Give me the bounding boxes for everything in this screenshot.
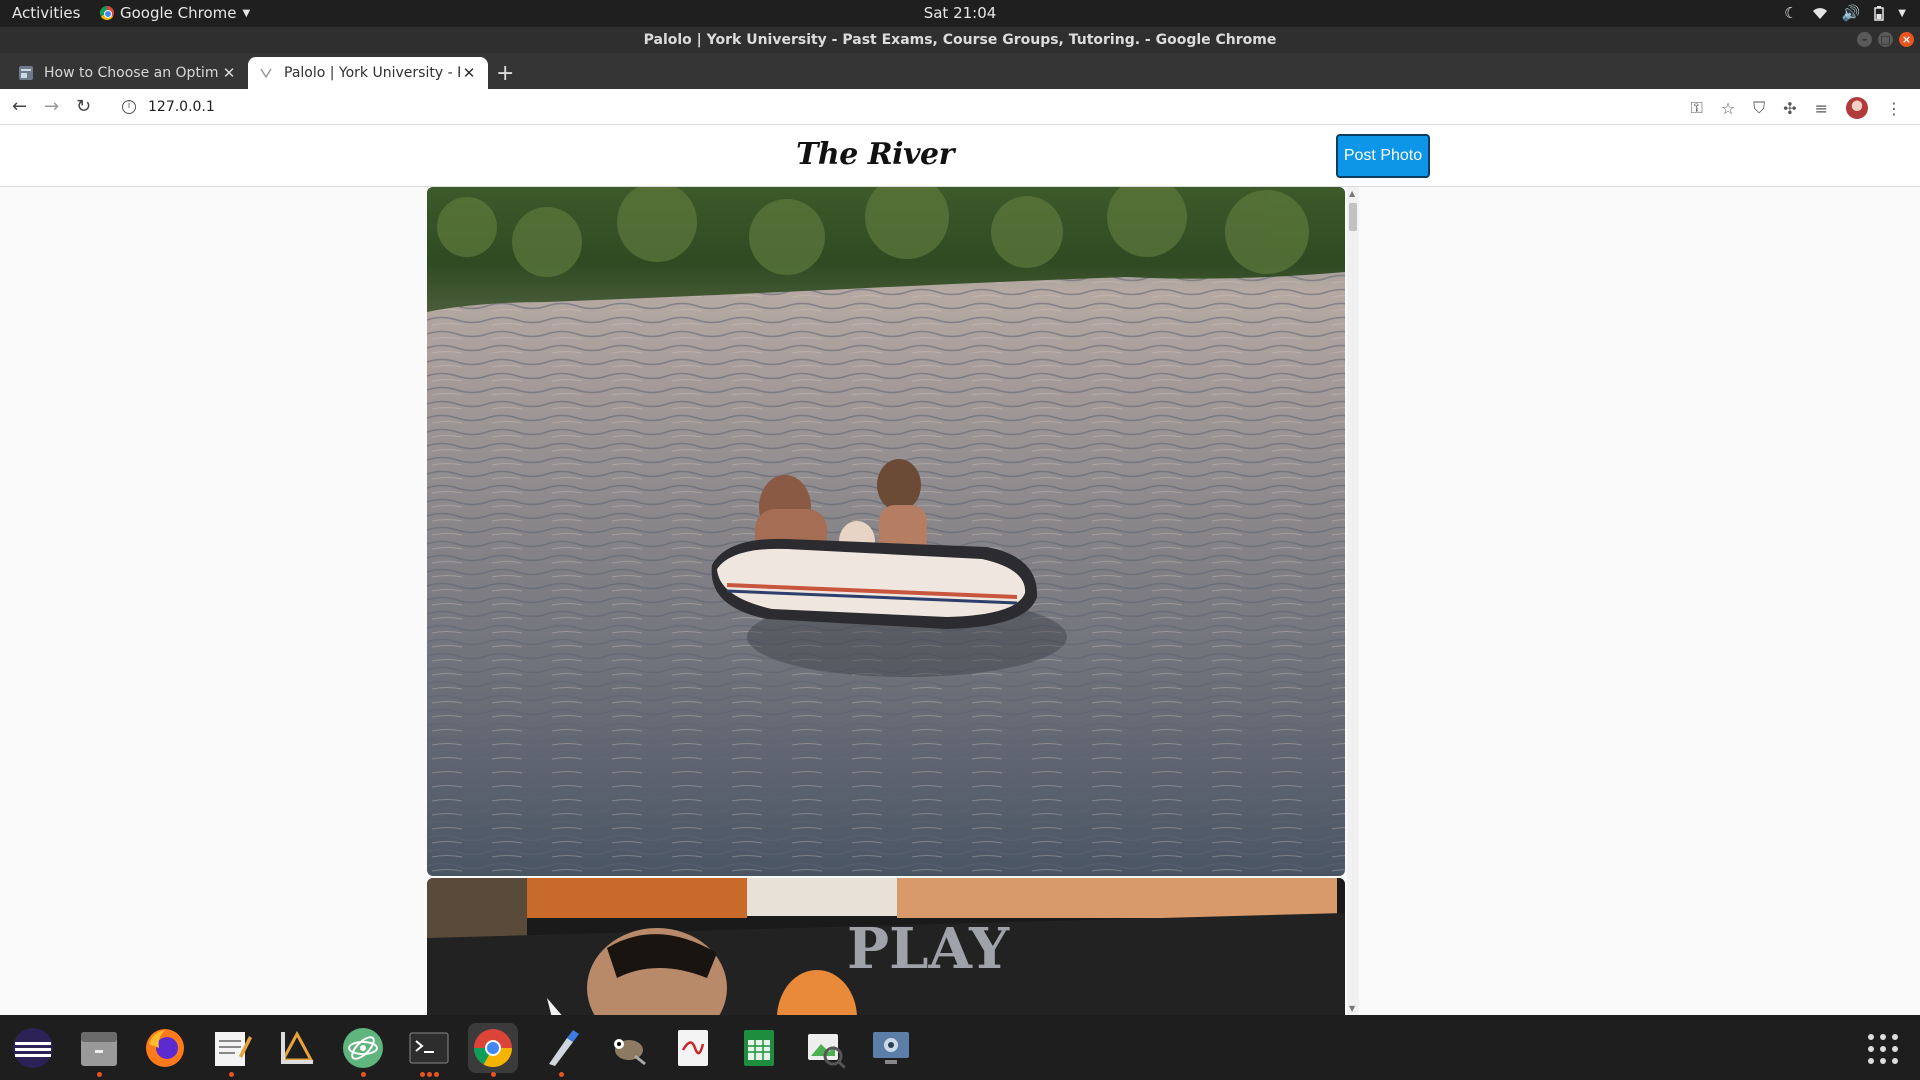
color-picker-icon — [549, 1030, 579, 1066]
dock-eclipse[interactable] — [8, 1023, 58, 1073]
web-page: The River Post Photo PLAY ▲ ▼ — [0, 125, 1920, 1015]
files-icon — [81, 1032, 117, 1066]
article-favicon-icon — [19, 66, 33, 80]
palolo-favicon-icon — [260, 68, 272, 79]
site-info-icon[interactable]: i — [122, 100, 136, 114]
wifi-icon — [1812, 8, 1827, 19]
scrollbar-thumb[interactable] — [1349, 203, 1357, 231]
photo-feed[interactable]: PLAY — [427, 187, 1347, 1015]
dock-text-editor[interactable] — [206, 1023, 256, 1077]
close-window-button[interactable]: × — [1899, 32, 1914, 47]
feed-photo[interactable]: PLAY — [427, 878, 1345, 1015]
dock-spreadsheet[interactable] — [734, 1023, 784, 1073]
pdf-viewer-icon — [678, 1030, 708, 1066]
post-photo-button[interactable]: Post Photo — [1336, 134, 1430, 178]
system-top-bar: Activities Google Chrome ▼ Sat 21:04 ☾ 🔊… — [0, 0, 1920, 27]
atom-icon — [343, 1028, 383, 1068]
profile-avatar[interactable] — [1846, 97, 1868, 119]
key-icon[interactable]: ⚿ — [1691, 98, 1703, 118]
dock-terminal[interactable] — [404, 1023, 454, 1077]
image-viewer-icon — [808, 1034, 847, 1070]
tab-strip: How to Choose an Optim ✕ Palolo | York U… — [0, 53, 1920, 89]
clock[interactable]: Sat 21:04 — [924, 4, 997, 22]
reload-icon[interactable]: ↻ — [76, 96, 91, 117]
dock-firefox[interactable] — [140, 1023, 190, 1073]
close-tab-icon[interactable]: ✕ — [220, 64, 238, 82]
running-indicator — [559, 1072, 564, 1077]
running-indicator — [420, 1072, 425, 1077]
tab-label: Palolo | York University - P — [284, 65, 460, 81]
gimp-icon — [614, 1039, 646, 1066]
app-menu-label: Google Chrome — [120, 4, 237, 22]
system-tray[interactable]: ☾ 🔊 ▼ — [1784, 4, 1906, 22]
forward-icon[interactable]: → — [44, 96, 59, 117]
dock-screenshot[interactable] — [866, 1023, 916, 1073]
site-logo[interactable]: The River — [790, 137, 960, 172]
chrome-icon — [100, 6, 114, 20]
dock-pdf-viewer[interactable] — [668, 1023, 718, 1073]
scroll-up-arrow-icon[interactable]: ▲ — [1349, 189, 1355, 198]
running-indicator — [361, 1072, 366, 1077]
inkscape-icon — [280, 1030, 314, 1064]
show-applications-button[interactable] — [1868, 1034, 1898, 1064]
running-indicator — [229, 1072, 234, 1077]
running-indicator — [491, 1072, 496, 1077]
chrome-icon — [473, 1029, 513, 1068]
address-bar[interactable]: i 127.0.0.1 — [112, 93, 1652, 121]
activities-button[interactable]: Activities — [12, 4, 80, 22]
system-menu-chevron-icon: ▼ — [1898, 7, 1906, 19]
tab-article[interactable]: How to Choose an Optim ✕ — [8, 57, 248, 89]
chevron-down-icon: ▼ — [242, 7, 251, 19]
eclipse-icon — [13, 1028, 53, 1068]
url-text: 127.0.0.1 — [148, 99, 215, 115]
terminal-icon — [409, 1032, 449, 1064]
menu-kebab-icon[interactable]: ⋮ — [1886, 99, 1902, 118]
media-controls-icon[interactable]: ≡ — [1815, 99, 1828, 118]
text-editor-icon — [215, 1032, 252, 1066]
dock-color-picker[interactable] — [536, 1023, 586, 1077]
bookmark-star-icon[interactable]: ☆ — [1721, 99, 1735, 118]
minimize-button[interactable]: – — [1857, 32, 1872, 47]
night-light-icon: ☾ — [1784, 4, 1798, 22]
scroll-down-arrow-icon[interactable]: ▼ — [1349, 1004, 1355, 1013]
svg-text:PLAY: PLAY — [847, 916, 1010, 982]
dock-gimp[interactable] — [602, 1023, 652, 1073]
app-menu[interactable]: Google Chrome ▼ — [100, 4, 250, 22]
browser-toolbar: ← → ↻ i 127.0.0.1 ⚿ ☆ ⛉ ✣ ≡ ⋮ — [0, 89, 1920, 125]
maximize-button[interactable]: □ — [1878, 32, 1893, 47]
new-tab-button[interactable]: + — [496, 61, 514, 86]
extensions-puzzle-icon[interactable]: ✣ — [1783, 99, 1796, 118]
spreadsheet-icon — [744, 1030, 774, 1066]
dock — [0, 1015, 1920, 1080]
shield-extension-icon[interactable]: ⛉ — [1753, 98, 1765, 118]
running-indicator — [434, 1072, 439, 1077]
dock-files[interactable] — [74, 1023, 124, 1077]
dock-chrome[interactable] — [468, 1023, 518, 1077]
battery-icon — [1874, 5, 1885, 21]
feed-photo[interactable] — [427, 187, 1345, 876]
site-header: The River Post Photo — [0, 125, 1920, 187]
close-tab-icon[interactable]: ✕ — [460, 64, 478, 82]
second-photo-image: PLAY — [427, 878, 1345, 1015]
back-icon[interactable]: ← — [12, 96, 27, 117]
tab-label: How to Choose an Optim — [44, 65, 219, 81]
running-indicator — [97, 1072, 102, 1077]
running-indicator — [427, 1072, 432, 1077]
dock-image-viewer[interactable] — [800, 1023, 850, 1073]
dock-atom[interactable] — [338, 1023, 388, 1077]
dock-inkscape[interactable] — [272, 1023, 322, 1073]
firefox-icon — [146, 1029, 184, 1067]
screenshot-icon — [873, 1032, 909, 1064]
page-scrollbar[interactable]: ▲ ▼ — [1347, 187, 1359, 1015]
volume-icon: 🔊 — [1841, 4, 1861, 22]
river-photo-image — [427, 187, 1345, 876]
window-title-bar[interactable]: Palolo | York University - Past Exams, C… — [0, 27, 1920, 53]
window-title: Palolo | York University - Past Exams, C… — [643, 32, 1277, 48]
tab-palolo[interactable]: Palolo | York University - P ✕ — [248, 57, 488, 89]
